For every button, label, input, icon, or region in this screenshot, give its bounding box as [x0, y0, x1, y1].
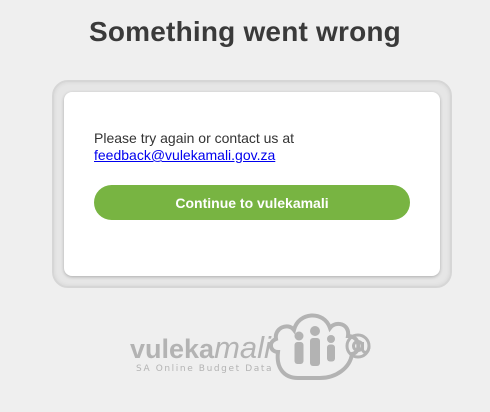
- error-card-frame: Please try again or contact us at feedba…: [52, 80, 452, 288]
- error-message: Please try again or contact us at feedba…: [94, 130, 294, 164]
- logo-wordmark: vulekamali: [130, 330, 272, 365]
- vulekamali-logo[interactable]: vulekamali SA Online Budget Data: [128, 306, 378, 386]
- logo-tagline: SA Online Budget Data: [136, 364, 273, 374]
- feedback-email-link[interactable]: feedback@vulekamali.gov.za: [94, 147, 294, 164]
- page-title: Something went wrong: [89, 16, 401, 47]
- family-cloud-icon: [269, 313, 371, 380]
- error-message-text: Please try again or contact us at: [94, 130, 294, 146]
- error-page: Something went wrong Please try again or…: [0, 0, 490, 412]
- error-card: Please try again or contact us at feedba…: [64, 92, 440, 276]
- continue-button[interactable]: Continue to vulekamali: [94, 185, 410, 220]
